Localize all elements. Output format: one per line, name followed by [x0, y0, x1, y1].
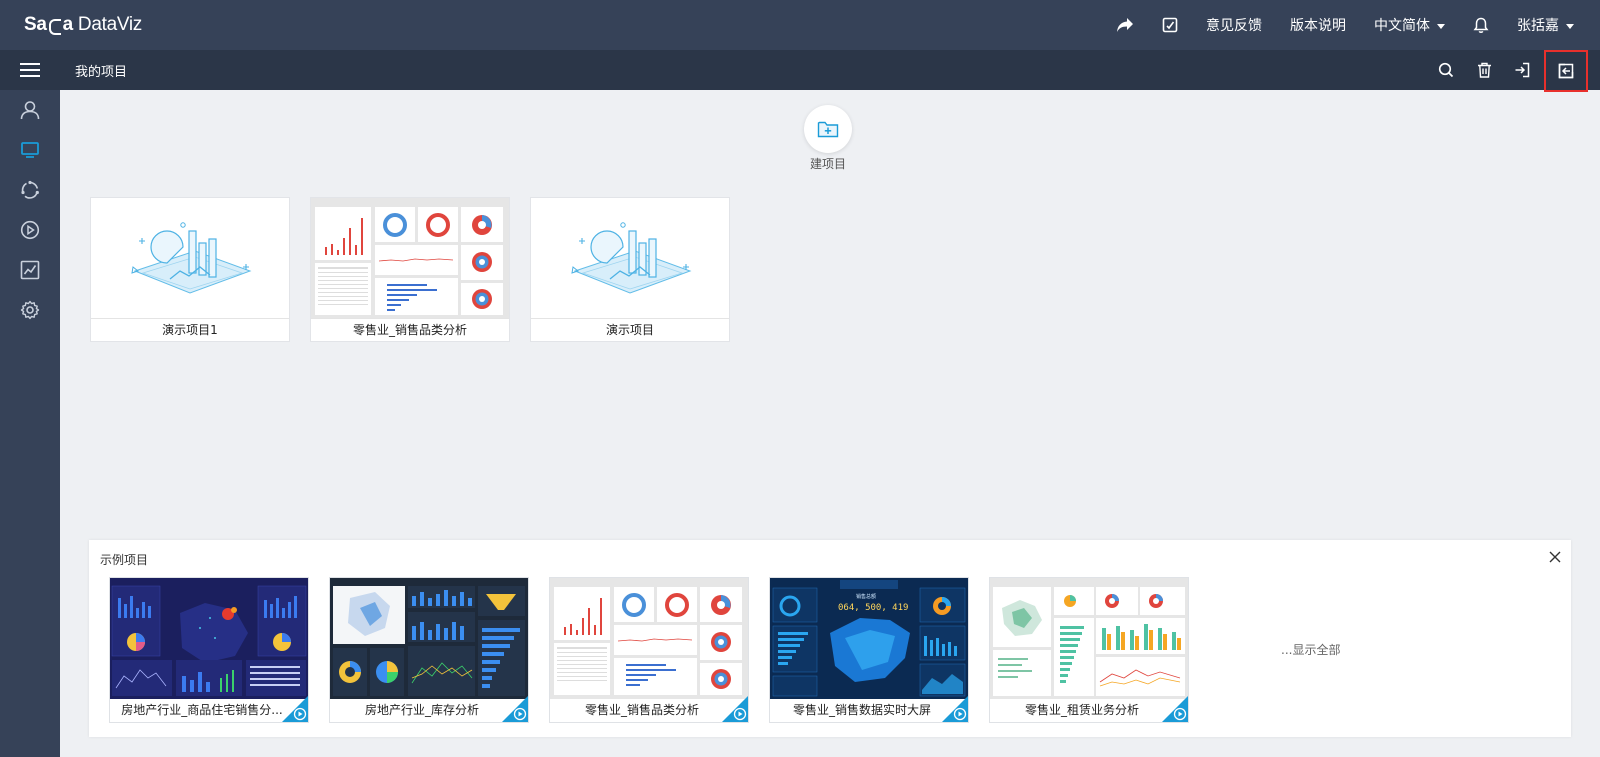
dashboard-thumbnail: 销售总额 064, 500, 419	[770, 578, 968, 699]
play-corner-icon[interactable]	[942, 696, 968, 722]
search-icon	[1438, 62, 1454, 78]
top-bar: Sa a DataViz 意见反馈 版本说明 中文简体 张括嘉	[0, 0, 1600, 50]
chart-illustration-icon	[131, 222, 252, 294]
sample-thumbnail	[990, 578, 1188, 699]
project-name: 演示项目	[531, 318, 729, 342]
sample-card[interactable]: 零售业_租赁业务分析	[989, 577, 1189, 723]
cycle-icon	[21, 180, 39, 199]
sample-thumbnail	[110, 578, 308, 699]
menu-toggle-button[interactable]	[0, 50, 60, 90]
dashboard-thumbnail	[330, 578, 528, 699]
play-corner-icon[interactable]	[502, 696, 528, 722]
play-corner-icon[interactable]	[1162, 696, 1188, 722]
sidebar-item-user[interactable]	[0, 90, 60, 130]
chevron-down-icon	[1566, 23, 1574, 29]
chart-illustration-icon	[571, 222, 692, 294]
hamburger-icon	[20, 63, 40, 77]
language-label: 中文简体	[1374, 18, 1430, 34]
logo-c-mark	[48, 16, 62, 35]
trash-icon	[1477, 62, 1491, 78]
edit-button[interactable]	[1148, 0, 1192, 50]
delete-button[interactable]	[1465, 50, 1503, 90]
project-card[interactable]: 演示项目1	[90, 197, 290, 342]
sample-name: 零售业_租赁业务分析	[1024, 703, 1139, 717]
share-icon	[1117, 18, 1133, 32]
sample-name: 房地产行业_库存分析	[364, 703, 479, 717]
project-thumbnail	[91, 198, 289, 318]
chevron-down-icon	[1437, 23, 1445, 29]
sample-projects-title: 示例项目	[100, 553, 149, 567]
sub-toolbar-actions	[1427, 49, 1588, 92]
feedback-label: 意见反馈	[1206, 18, 1262, 34]
project-card[interactable]: 演示项目	[530, 197, 730, 342]
app-logo[interactable]: Sa a DataViz	[24, 14, 142, 36]
new-project-label: 建项目	[809, 157, 846, 171]
breadcrumb: 我的项目	[75, 65, 128, 80]
project-name: 零售业_销售品类分析	[311, 318, 509, 342]
user-name: 张括嘉	[1517, 18, 1559, 34]
project-name: 演示项目1	[91, 318, 289, 342]
export-icon	[1558, 63, 1574, 78]
sample-card[interactable]: 房地产行业_商品住宅销售分...	[109, 577, 309, 723]
dashboard-thumbnail	[110, 578, 308, 699]
top-right-menu: 意见反馈 版本说明 中文简体 张括嘉	[1102, 0, 1588, 50]
language-dropdown[interactable]: 中文简体	[1360, 0, 1459, 50]
dashboard-thumbnail	[990, 578, 1188, 699]
project-card[interactable]: 零售业_销售品类分析	[310, 197, 510, 342]
sample-card[interactable]: 零售业_销售品类分析	[549, 577, 749, 723]
edit-square-icon	[1162, 17, 1178, 33]
project-thumbnail	[311, 198, 509, 318]
close-button[interactable]	[1547, 549, 1563, 565]
import-button[interactable]	[1503, 50, 1541, 90]
export-button[interactable]	[1544, 49, 1588, 92]
sample-name: 房地产行业_商品住宅销售分...	[121, 703, 283, 717]
sample-thumbnail: 销售总额 064, 500, 419	[770, 578, 968, 699]
import-icon	[1515, 62, 1530, 78]
sample-thumbnail	[550, 578, 748, 699]
thumb-sales-label: 销售总额	[856, 593, 876, 600]
sidebar-item-projects[interactable]	[0, 130, 60, 170]
close-icon	[1549, 551, 1561, 563]
add-folder-icon	[817, 121, 839, 138]
gear-icon	[20, 300, 40, 320]
monitor-icon	[21, 142, 39, 158]
play-corner-icon[interactable]	[282, 696, 308, 722]
play-corner-icon[interactable]	[722, 696, 748, 722]
logo-text-dataviz: DataViz	[77, 14, 143, 35]
user-menu[interactable]: 张括嘉	[1503, 0, 1588, 50]
sample-card[interactable]: 房地产行业_库存分析	[329, 577, 529, 723]
project-thumbnail	[531, 198, 729, 318]
bell-icon	[1473, 17, 1489, 33]
sub-toolbar: 我的项目	[0, 49, 1600, 92]
line-chart-icon	[20, 260, 40, 280]
notifications-button[interactable]	[1459, 0, 1503, 50]
release-notes-label: 版本说明	[1290, 18, 1346, 34]
dashboard-thumbnail	[311, 198, 509, 318]
user-icon	[20, 101, 40, 120]
sample-card[interactable]: 销售总额 064, 500, 419 零售业_销售数据实时大屏	[769, 577, 969, 723]
new-project-button[interactable]	[804, 105, 852, 153]
sidebar-item-settings[interactable]	[0, 290, 60, 330]
sidebar-item-data-source[interactable]	[0, 170, 60, 210]
sidebar-item-charts[interactable]	[0, 250, 60, 290]
sample-projects-panel: 示例项目 房地产行业_商品住宅销售分... 房地产行业_库存分析 零售业_销售品…	[89, 540, 1571, 737]
dashboard-thumbnail	[550, 578, 748, 699]
sidebar-item-play[interactable]	[0, 210, 60, 250]
thumb-sales-value: 064, 500, 419	[838, 603, 908, 613]
feedback-link[interactable]: 意见反馈	[1192, 0, 1276, 50]
share-button[interactable]	[1102, 0, 1148, 50]
search-button[interactable]	[1427, 50, 1465, 90]
play-circle-icon	[20, 220, 40, 240]
logo-text-a: a	[62, 14, 74, 35]
logo-text-sa: Sa	[24, 14, 47, 35]
sample-thumbnail	[330, 578, 528, 699]
sample-name: 零售业_销售数据实时大屏	[792, 703, 931, 717]
show-all-link[interactable]: ...显示全部	[1281, 641, 1340, 658]
sample-name: 零售业_销售品类分析	[584, 703, 699, 717]
release-notes-link[interactable]: 版本说明	[1276, 0, 1360, 50]
sidebar	[0, 90, 60, 757]
